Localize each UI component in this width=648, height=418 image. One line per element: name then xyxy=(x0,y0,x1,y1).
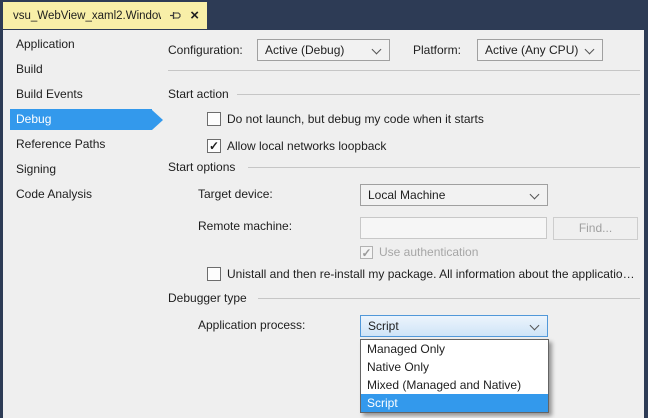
do-not-launch-checkbox[interactable] xyxy=(207,112,221,126)
application-process-label: Application process: xyxy=(198,318,305,333)
chevron-down-icon xyxy=(530,321,540,331)
chevron-down-icon xyxy=(585,45,595,55)
sidebar-item-application[interactable]: Application xyxy=(3,32,153,57)
target-device-value: Local Machine xyxy=(368,188,445,202)
check-icon: ✓ xyxy=(361,247,372,259)
check-icon: ✓ xyxy=(208,140,220,152)
configuration-dropdown[interactable]: Active (Debug) xyxy=(257,39,390,61)
sidebar-item-signing[interactable]: Signing xyxy=(3,157,153,182)
target-device-label: Target device: xyxy=(198,187,273,202)
sidebar-item-code-analysis[interactable]: Code Analysis xyxy=(3,182,153,207)
close-icon[interactable]: × xyxy=(190,9,199,22)
sidebar-item-build-events[interactable]: Build Events xyxy=(3,82,153,107)
property-pages-sidebar: Application Build Build Events Debug Ref… xyxy=(3,32,153,207)
target-device-dropdown[interactable]: Local Machine xyxy=(360,184,548,206)
application-process-value: Script xyxy=(368,319,399,333)
use-authentication-checkbox[interactable]: ✓ xyxy=(360,246,373,259)
application-process-dropdown[interactable]: Script xyxy=(360,315,548,337)
sidebar-item-debug[interactable]: Debug xyxy=(10,109,152,130)
option-managed-only[interactable]: Managed Only xyxy=(361,340,548,358)
configuration-value: Active (Debug) xyxy=(265,43,344,57)
separator xyxy=(248,167,640,168)
option-mixed[interactable]: Mixed (Managed and Native) xyxy=(361,376,548,394)
do-not-launch-label: Do not launch, but debug my code when it… xyxy=(227,112,484,127)
loopback-label: Allow local networks loopback xyxy=(227,139,386,154)
platform-dropdown[interactable]: Active (Any CPU) xyxy=(477,39,603,61)
start-action-group-title: Start action xyxy=(168,87,229,102)
pin-icon[interactable] xyxy=(169,9,182,22)
chevron-down-icon xyxy=(530,190,540,200)
configuration-label: Configuration: xyxy=(168,43,243,58)
option-script[interactable]: Script xyxy=(361,394,548,412)
sidebar-item-reference-paths[interactable]: Reference Paths xyxy=(3,132,153,157)
tab-title: vsu_WebView_xaml2.Windows xyxy=(13,10,161,22)
platform-label: Platform: xyxy=(413,43,461,58)
separator xyxy=(237,94,640,95)
option-native-only[interactable]: Native Only xyxy=(361,358,548,376)
debugger-type-group-title: Debugger type xyxy=(168,291,247,306)
vs-project-properties-window: vsu_WebView_xaml2.Windows × Application … xyxy=(0,0,648,418)
chevron-down-icon xyxy=(372,45,382,55)
document-tab[interactable]: vsu_WebView_xaml2.Windows × xyxy=(3,2,207,29)
sidebar-item-build[interactable]: Build xyxy=(3,57,153,82)
uninstall-reinstall-label: Unistall and then re-install my package.… xyxy=(227,267,639,282)
separator xyxy=(168,70,640,71)
find-button[interactable]: Find... xyxy=(553,217,638,240)
uninstall-reinstall-checkbox[interactable] xyxy=(207,267,221,281)
use-authentication-label: Use authentication xyxy=(379,245,478,260)
application-process-option-list: Managed Only Native Only Mixed (Managed … xyxy=(360,339,549,413)
remote-machine-input[interactable] xyxy=(360,217,547,239)
separator xyxy=(258,298,640,299)
start-options-group-title: Start options xyxy=(168,160,235,175)
remote-machine-label: Remote machine: xyxy=(198,219,292,234)
platform-value: Active (Any CPU) xyxy=(485,43,578,57)
loopback-checkbox[interactable]: ✓ xyxy=(207,139,221,153)
